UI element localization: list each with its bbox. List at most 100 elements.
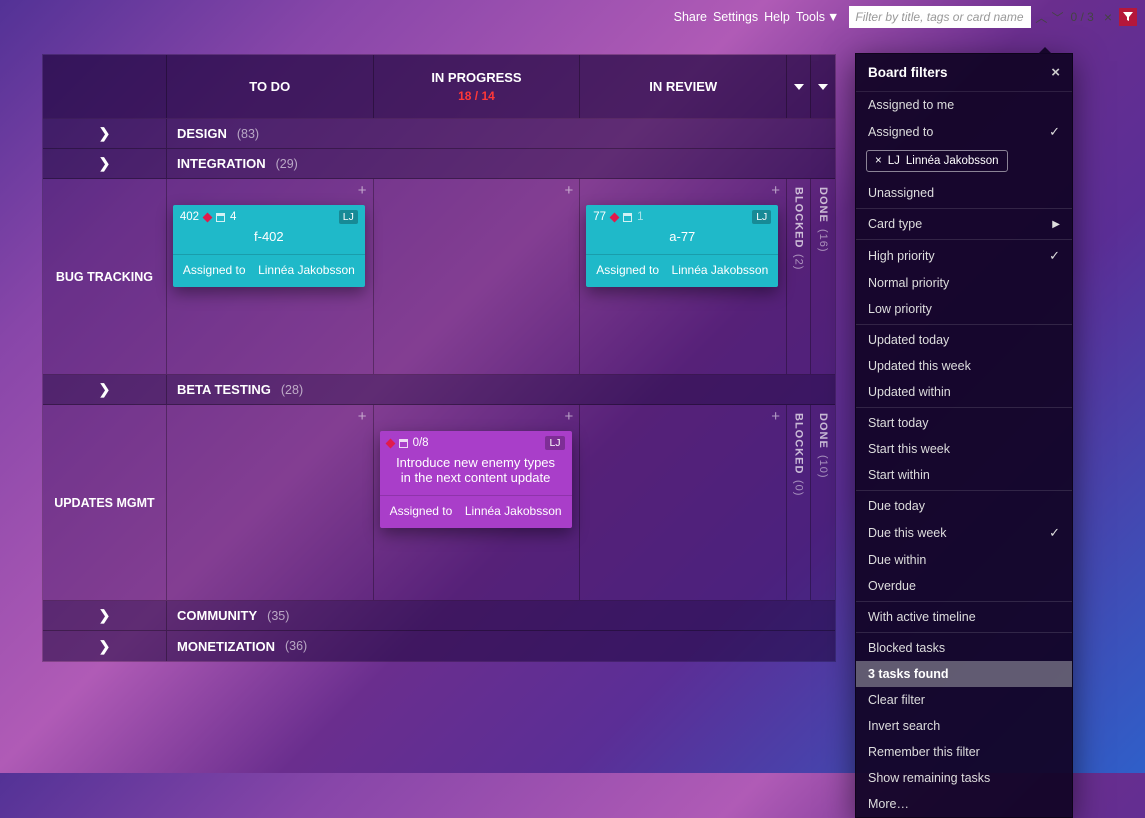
result-counter: 0 / 3 xyxy=(1067,10,1096,24)
filter-more[interactable]: More… xyxy=(856,791,1072,817)
check-icon: ✓ xyxy=(1049,248,1060,264)
filter-updated-today[interactable]: Updated today xyxy=(856,327,1072,353)
filter-low-priority[interactable]: Low priority xyxy=(856,296,1072,322)
filter-high-priority[interactable]: High priority✓ xyxy=(856,242,1072,270)
settings-link[interactable]: Settings xyxy=(713,10,758,24)
filter-show-remaining[interactable]: Show remaining tasks xyxy=(856,765,1072,791)
filter-search-field[interactable] xyxy=(855,10,1025,24)
filter-remember[interactable]: Remember this filter xyxy=(856,739,1072,765)
bug-inreview-cell[interactable]: + 77 1 LJ a-77 Assigned to Linnéa Jakobs… xyxy=(580,179,787,374)
prev-result-button[interactable]: ︿ xyxy=(1035,9,1047,26)
updates-todo-cell[interactable]: + xyxy=(167,405,374,600)
col-blocked-collapse[interactable] xyxy=(787,55,811,118)
check-icon: ✓ xyxy=(1049,124,1060,140)
share-link[interactable]: Share xyxy=(674,10,707,24)
filter-due-today[interactable]: Due today xyxy=(856,493,1072,519)
kanban-board: TO DO IN PROGRESS 18 / 14 IN REVIEW ❯ DE… xyxy=(42,54,836,662)
lane-header-cell xyxy=(43,55,167,118)
board-filters-panel: Board filters × Assigned to me Assigned … xyxy=(855,53,1073,818)
assignee: Linnéa Jakobsson xyxy=(258,263,355,277)
lane-monetization[interactable]: ❯ MONETIZATION(36) xyxy=(43,631,835,661)
filter-card-type[interactable]: Card type▶ xyxy=(856,211,1072,237)
filter-overdue[interactable]: Overdue xyxy=(856,573,1072,599)
bug-todo-cell[interactable]: + 402 4 LJ f-402 Assigned to Linnéa Jako… xyxy=(167,179,374,374)
expand-icon: ❯ xyxy=(99,381,111,398)
col-done-collapse[interactable] xyxy=(811,55,835,118)
tools-link[interactable]: Tools▼ xyxy=(796,10,840,24)
add-card-button[interactable]: + xyxy=(771,409,780,424)
help-link[interactable]: Help xyxy=(764,10,790,24)
calendar-icon xyxy=(623,213,632,222)
priority-icon xyxy=(385,438,395,448)
add-card-button[interactable]: + xyxy=(771,183,780,198)
chip-remove-button[interactable]: × xyxy=(875,155,882,167)
filter-updated-week[interactable]: Updated this week xyxy=(856,353,1072,379)
calendar-icon xyxy=(399,439,408,448)
updates-blocked-cell[interactable]: BLOCKED(0) xyxy=(787,405,811,600)
filter-start-within[interactable]: Start within xyxy=(856,462,1072,488)
updates-inprogress-cell[interactable]: + 0/8 LJ Introduce new enemy types in th… xyxy=(374,405,581,600)
check-icon: ✓ xyxy=(1049,525,1060,541)
lane-integration[interactable]: ❯ INTEGRATION(29) xyxy=(43,149,835,179)
filter-blocked-tasks[interactable]: Blocked tasks xyxy=(856,635,1072,661)
assignee: Linnéa Jakobsson xyxy=(672,263,769,277)
bug-blocked-cell[interactable]: BLOCKED(2) xyxy=(787,179,811,374)
add-card-button[interactable]: + xyxy=(565,409,574,424)
filter-start-today[interactable]: Start today xyxy=(856,410,1072,436)
card-f402[interactable]: 402 4 LJ f-402 Assigned to Linnéa Jakobs… xyxy=(173,205,365,287)
card-a77[interactable]: 77 1 LJ a-77 Assigned to Linnéa Jakobsso… xyxy=(586,205,778,287)
filter-toggle-button[interactable] xyxy=(1119,8,1137,26)
updates-done-cell[interactable]: DONE(10) xyxy=(811,405,835,600)
funnel-icon xyxy=(1123,12,1133,22)
filter-start-week[interactable]: Start this week xyxy=(856,436,1072,462)
expand-icon: ❯ xyxy=(99,125,111,142)
bug-inprogress-cell[interactable]: + xyxy=(374,179,581,374)
avatar: LJ xyxy=(752,210,771,224)
close-button[interactable]: × xyxy=(1051,64,1060,81)
calendar-icon xyxy=(216,213,225,222)
assignee-chip-row: × LJ Linnéa Jakobsson xyxy=(856,146,1072,180)
lane-label-updates: UPDATES MGMT xyxy=(43,405,167,600)
expand-icon: ❯ xyxy=(99,155,111,172)
lane-bug-tracking: BUG TRACKING + 402 4 LJ f-402 Assigned t… xyxy=(43,179,835,375)
filter-due-within[interactable]: Due within xyxy=(856,547,1072,573)
add-card-button[interactable]: + xyxy=(358,183,367,198)
top-links: Share Settings Help Tools▼ xyxy=(674,10,840,24)
avatar: LJ xyxy=(545,436,564,450)
filter-search-input[interactable] xyxy=(849,6,1031,28)
panel-arrow-icon xyxy=(1038,47,1052,54)
col-todo: TO DO xyxy=(167,55,374,118)
card-enemy[interactable]: 0/8 LJ Introduce new enemy types in the … xyxy=(380,431,572,528)
filter-due-week[interactable]: Due this week✓ xyxy=(856,519,1072,547)
column-headers: TO DO IN PROGRESS 18 / 14 IN REVIEW xyxy=(43,55,835,119)
updates-inreview-cell[interactable]: + xyxy=(580,405,787,600)
add-card-button[interactable]: + xyxy=(565,183,574,198)
lane-label-bug: BUG TRACKING xyxy=(43,179,167,374)
filter-unassigned[interactable]: Unassigned xyxy=(856,180,1072,206)
caret-down-icon: ▼ xyxy=(827,10,839,24)
clear-search-button[interactable]: × xyxy=(1104,9,1112,25)
topbar: Share Settings Help Tools▼ ︿ ﹀ 0 / 3 × xyxy=(674,6,1137,28)
assignee-chip[interactable]: × LJ Linnéa Jakobsson xyxy=(866,150,1008,172)
add-card-button[interactable]: + xyxy=(358,409,367,424)
filters-header: Board filters × xyxy=(856,54,1072,92)
expand-icon: ❯ xyxy=(99,607,111,624)
chevron-down-icon xyxy=(818,84,828,90)
filter-result-count: 3 tasks found xyxy=(856,661,1072,687)
filter-assigned-to[interactable]: Assigned to✓ xyxy=(856,118,1072,146)
bug-done-cell[interactable]: DONE(16) xyxy=(811,179,835,374)
priority-icon xyxy=(610,212,620,222)
filter-updated-within[interactable]: Updated within xyxy=(856,379,1072,405)
filter-clear[interactable]: Clear filter xyxy=(856,687,1072,713)
filter-assigned-to-me[interactable]: Assigned to me xyxy=(856,92,1072,118)
next-result-button[interactable]: ﹀ xyxy=(1051,9,1063,26)
filter-invert[interactable]: Invert search xyxy=(856,713,1072,739)
filter-active-timeline[interactable]: With active timeline xyxy=(856,604,1072,630)
lane-community[interactable]: ❯ COMMUNITY(35) xyxy=(43,601,835,631)
chevron-down-icon xyxy=(794,84,804,90)
lane-beta[interactable]: ❯ BETA TESTING(28) xyxy=(43,375,835,405)
col-in-review: IN REVIEW xyxy=(580,55,787,118)
col-in-progress: IN PROGRESS 18 / 14 xyxy=(374,55,581,118)
filter-normal-priority[interactable]: Normal priority xyxy=(856,270,1072,296)
lane-design[interactable]: ❯ DESIGN(83) xyxy=(43,119,835,149)
